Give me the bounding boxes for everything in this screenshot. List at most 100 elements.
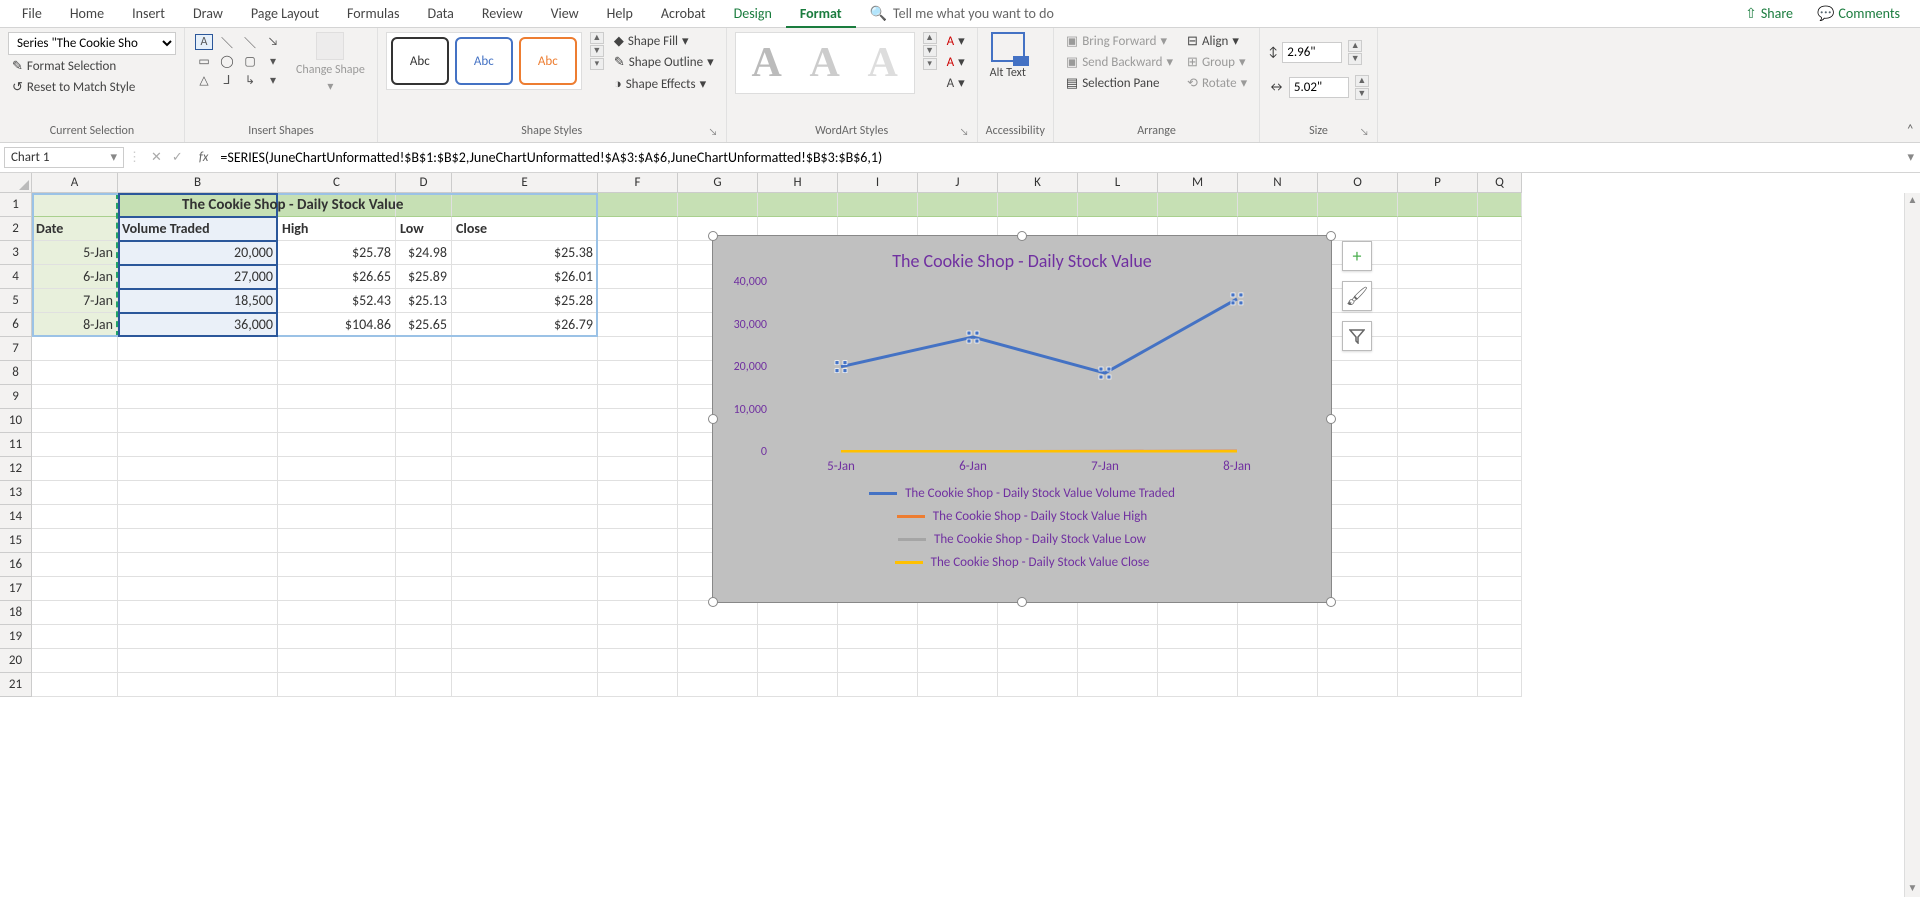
cell-A17[interactable] [32,577,118,601]
cell-F6[interactable] [598,313,678,337]
shape-style-preset-1[interactable]: Abc [391,37,449,85]
chart-series[interactable] [775,282,1303,451]
cell-F2[interactable] [598,217,678,241]
cell-E21[interactable] [452,673,598,697]
cell-C14[interactable] [278,505,396,529]
cell-I1[interactable] [838,193,918,217]
cell-D13[interactable] [396,481,452,505]
cell-B16[interactable] [118,553,278,577]
cell-C4[interactable]: $26.65 [278,265,396,289]
cell-P2[interactable] [1398,217,1478,241]
expand-formula-bar-icon[interactable]: ▾ [1901,150,1920,165]
cell-Q4[interactable] [1478,265,1522,289]
selection-pane-button[interactable]: ▤Selection Pane [1062,74,1177,93]
comments-button[interactable]: 💬 Comments [1805,5,1912,22]
legend-entry[interactable]: The Cookie Shop - Daily Stock Value High [721,505,1323,528]
cell-B7[interactable] [118,337,278,361]
cell-E11[interactable] [452,433,598,457]
column-header-D[interactable]: D [396,173,452,193]
column-header-J[interactable]: J [918,173,998,193]
wordart-preset-1[interactable]: A [742,39,792,87]
cell-A9[interactable] [32,385,118,409]
cell-Q3[interactable] [1478,241,1522,265]
cell-D21[interactable] [396,673,452,697]
cell-K21[interactable] [998,673,1078,697]
rotate-button[interactable]: ⟲Rotate▾ [1183,74,1251,93]
shape-height-input[interactable]: ↕ ▲▼ [1268,40,1369,65]
cell-D9[interactable] [396,385,452,409]
wordart-preset-2[interactable]: A [800,39,850,87]
cell-Q7[interactable] [1478,337,1522,361]
cell-D1[interactable] [396,193,452,217]
cell-C12[interactable] [278,457,396,481]
cell-G20[interactable] [678,649,758,673]
cell-F7[interactable] [598,337,678,361]
column-header-E[interactable]: E [452,173,598,193]
spreadsheet-grid[interactable]: ABCDEFGHIJKLMNOPQ 1234567891011121314151… [0,173,1920,897]
column-header-A[interactable]: A [32,173,118,193]
cell-A5[interactable]: 7-Jan [32,289,118,313]
cell-A21[interactable] [32,673,118,697]
cell-D11[interactable] [396,433,452,457]
cell-I20[interactable] [838,649,918,673]
cell-D8[interactable] [396,361,452,385]
cell-B21[interactable] [118,673,278,697]
cell-E12[interactable] [452,457,598,481]
cell-D5[interactable]: $25.13 [396,289,452,313]
cell-F18[interactable] [598,601,678,625]
shape-gallery[interactable]: A ＼ ＼ ↘ ▭ ◯ ▢ ▾ △ ⅃ ↳ ▾ [193,32,286,90]
group-button[interactable]: ⊞Group▾ [1183,53,1251,72]
cell-A11[interactable] [32,433,118,457]
row-header-2[interactable]: 2 [0,217,32,241]
height-field[interactable] [1282,42,1342,63]
cell-A7[interactable] [32,337,118,361]
cell-D6[interactable]: $25.65 [396,313,452,337]
cell-J19[interactable] [918,625,998,649]
cell-P17[interactable] [1398,577,1478,601]
cell-L18[interactable] [1078,601,1158,625]
cell-P15[interactable] [1398,529,1478,553]
alt-text-button[interactable]: Alt Text [986,64,1030,82]
cell-H21[interactable] [758,673,838,697]
cell-Q16[interactable] [1478,553,1522,577]
wordart-gallery[interactable]: A A A [735,32,915,94]
cell-B17[interactable] [118,577,278,601]
cell-E18[interactable] [452,601,598,625]
shape-line-icon[interactable]: ＼ [218,34,236,50]
cell-E20[interactable] [452,649,598,673]
text-effects-button[interactable]: A▾ [943,74,969,93]
formula-input[interactable] [214,147,1901,168]
chart-elements-button[interactable]: + [1342,241,1372,271]
cell-B15[interactable] [118,529,278,553]
cell-P9[interactable] [1398,385,1478,409]
cell-J1[interactable] [918,193,998,217]
cell-D20[interactable] [396,649,452,673]
cell-B3[interactable]: 20,000 [118,241,278,265]
row-header-19[interactable]: 19 [0,625,32,649]
cell-A13[interactable] [32,481,118,505]
chart-y-axis[interactable]: 010,00020,00030,00040,000 [721,282,771,452]
cell-D18[interactable] [396,601,452,625]
row-header-15[interactable]: 15 [0,529,32,553]
cell-K19[interactable] [998,625,1078,649]
cell-F4[interactable] [598,265,678,289]
shape-more-icon[interactable]: ▾ [264,72,282,88]
enter-formula-icon[interactable]: ✓ [172,150,183,165]
cell-B9[interactable] [118,385,278,409]
cell-O21[interactable] [1318,673,1398,697]
cell-B2[interactable]: Volume Traded [118,217,278,241]
cell-B1[interactable] [118,193,278,217]
cell-Q12[interactable] [1478,457,1522,481]
cell-H20[interactable] [758,649,838,673]
collapse-ribbon-button[interactable]: ˄ [1906,121,1914,138]
chart-filters-button[interactable] [1342,321,1372,351]
cell-I21[interactable] [838,673,918,697]
cell-O19[interactable] [1318,625,1398,649]
cell-B10[interactable] [118,409,278,433]
cell-B11[interactable] [118,433,278,457]
wordart-preset-3[interactable]: A [858,39,908,87]
row-header-7[interactable]: 7 [0,337,32,361]
shape-elbow2-icon[interactable]: ↳ [241,72,259,88]
cell-F3[interactable] [598,241,678,265]
column-header-K[interactable]: K [998,173,1078,193]
